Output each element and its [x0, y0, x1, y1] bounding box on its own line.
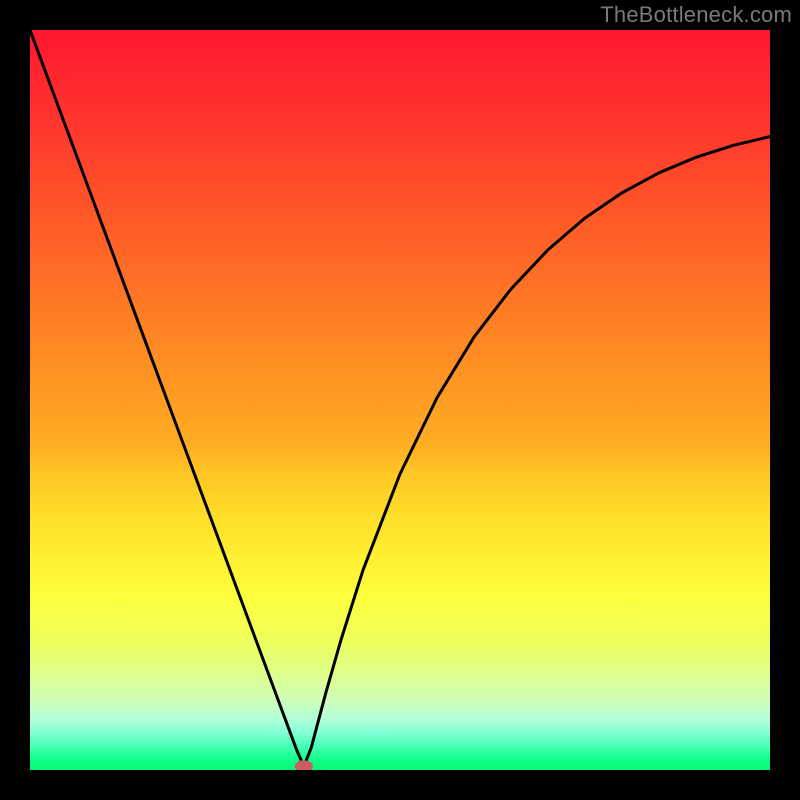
watermark-text: TheBottleneck.com	[600, 2, 792, 28]
bottleneck-curve	[30, 30, 770, 766]
bottleneck-curve-svg	[30, 30, 770, 770]
chart-frame: TheBottleneck.com	[0, 0, 800, 800]
minimum-marker	[295, 760, 313, 770]
plot-area	[30, 30, 770, 770]
